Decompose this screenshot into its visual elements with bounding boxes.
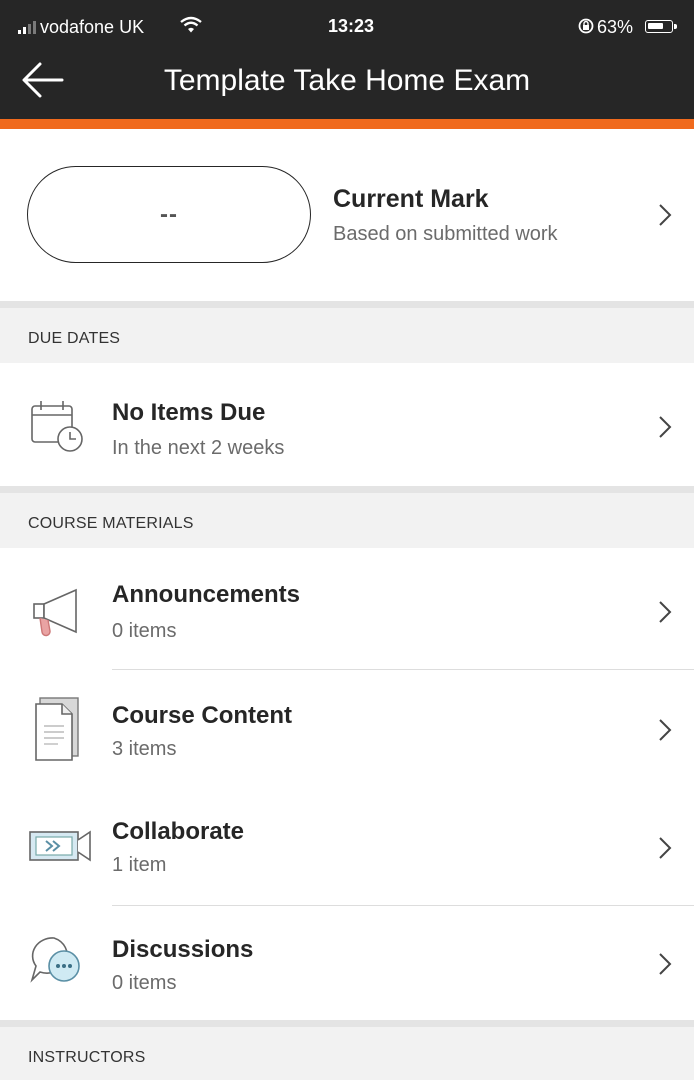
course-content-row[interactable]: Course Content 3 items bbox=[0, 670, 694, 788]
chevron-right-icon bbox=[659, 601, 672, 623]
chevron-right-icon bbox=[659, 416, 672, 438]
chevron-right-icon bbox=[659, 837, 672, 859]
chevron-right-icon bbox=[659, 719, 672, 741]
document-icon bbox=[35, 697, 79, 761]
collaborate-row[interactable]: Collaborate 1 item bbox=[0, 788, 694, 906]
chat-bubbles-icon bbox=[30, 937, 80, 983]
section-label: INSTRUCTORS bbox=[28, 1049, 146, 1066]
video-camera-icon bbox=[29, 830, 91, 862]
carrier-name: vodafone UK bbox=[40, 17, 145, 37]
section-header-instructors: INSTRUCTORS bbox=[0, 1020, 694, 1080]
calendar-clock-icon bbox=[31, 401, 83, 452]
current-mark-subtitle: Based on submitted work bbox=[333, 223, 558, 245]
announcements-count: 0 items bbox=[112, 620, 177, 642]
discussions-count: 0 items bbox=[112, 972, 177, 994]
signal-icon bbox=[18, 20, 36, 34]
wifi-icon bbox=[180, 16, 202, 33]
discussions-row[interactable]: Discussions 0 items bbox=[0, 906, 694, 1020]
accent-bar bbox=[0, 119, 694, 129]
battery-icon bbox=[645, 20, 677, 33]
section-label: COURSE MATERIALS bbox=[28, 515, 194, 532]
announcements-row[interactable]: Announcements 0 items bbox=[0, 548, 694, 670]
chevron-right-icon bbox=[659, 204, 672, 226]
section-header-due-dates: DUE DATES bbox=[0, 301, 694, 363]
announcements-title: Announcements bbox=[112, 581, 301, 608]
due-items-subtitle: In the next 2 weeks bbox=[112, 437, 285, 459]
section-header-course-materials: COURSE MATERIALS bbox=[0, 486, 694, 548]
collaborate-count: 1 item bbox=[112, 854, 167, 876]
section-label: DUE DATES bbox=[28, 330, 121, 347]
chevron-right-icon bbox=[659, 953, 672, 975]
course-content-title: Course Content bbox=[112, 702, 292, 729]
collaborate-title: Collaborate bbox=[112, 818, 245, 845]
mark-value-pill: -- bbox=[27, 166, 311, 263]
status-time: 13:23 bbox=[328, 16, 375, 36]
battery-percent: 63% bbox=[597, 17, 634, 37]
app-header: vodafone UK 13:23 63% Template Take Home… bbox=[0, 0, 694, 119]
current-mark-title: Current Mark bbox=[333, 185, 489, 213]
due-items-row[interactable]: No Items Due In the next 2 weeks bbox=[0, 363, 694, 488]
due-items-title: No Items Due bbox=[112, 399, 266, 426]
current-mark-row[interactable]: -- Current Mark Based on submitted work bbox=[0, 129, 694, 301]
rotation-lock-icon bbox=[578, 18, 594, 34]
megaphone-icon bbox=[33, 588, 77, 637]
course-content-count: 3 items bbox=[112, 738, 177, 760]
status-bar: vodafone UK 13:23 63% bbox=[0, 0, 694, 50]
page-title: Template Take Home Exam bbox=[163, 64, 531, 97]
discussions-title: Discussions bbox=[112, 936, 254, 963]
